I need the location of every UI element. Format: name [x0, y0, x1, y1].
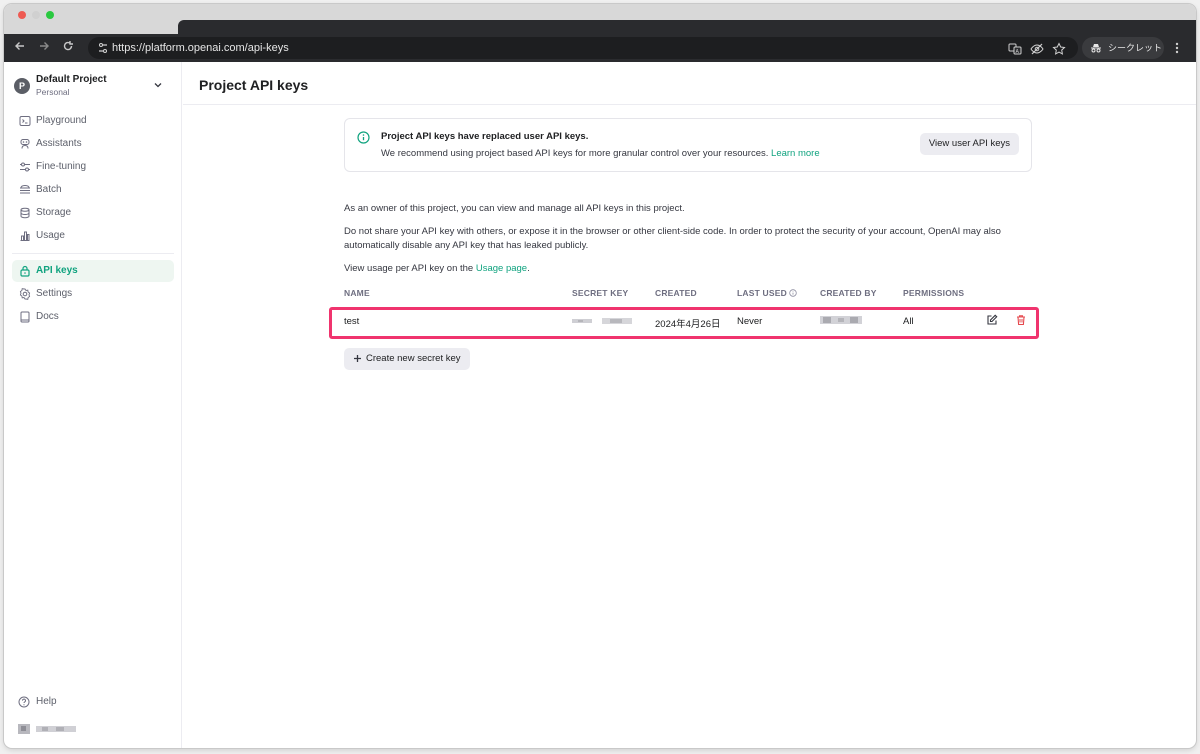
banner-title: Project API keys have replaced user API …	[381, 131, 589, 142]
column-header-created: CREATED	[655, 288, 697, 298]
key-name-cell: test	[344, 316, 360, 327]
last-used-cell: Never	[737, 316, 763, 327]
title-bar	[4, 4, 1196, 34]
gear-icon	[19, 288, 31, 300]
security-warning-text: Do not share your API key with others, o…	[344, 226, 1001, 251]
database-icon	[20, 207, 30, 219]
sidebar-item-label: Usage	[36, 230, 65, 241]
site-settings-icon[interactable]	[96, 41, 110, 55]
incognito-label: シークレット	[1108, 43, 1163, 53]
project-avatar: P	[14, 78, 30, 94]
sidebar-item-settings[interactable]: Settings	[12, 283, 174, 305]
column-header-created-by: CREATED BY	[820, 288, 877, 298]
book-icon	[20, 311, 30, 323]
back-arrow-icon[interactable]	[12, 40, 28, 56]
help-label: Help	[36, 696, 57, 707]
browser-toolbar: https://platform.openai.com/api-keys A シ…	[4, 34, 1196, 62]
usage-info-prefix: View usage per API key on the	[344, 263, 476, 274]
sliders-icon	[20, 162, 30, 172]
page-title: Project API keys	[199, 77, 309, 93]
sidebar-item-label: Docs	[36, 311, 59, 322]
lock-icon	[20, 265, 30, 277]
sidebar-item-label: Storage	[36, 207, 72, 218]
column-header-permissions: PERMISSIONS	[903, 288, 965, 298]
minimize-window-button[interactable]	[32, 11, 40, 19]
secret-key-blurred	[572, 318, 632, 324]
permissions-cell: All	[903, 316, 914, 327]
tab-strip	[178, 20, 1196, 34]
sidebar: P Default Project Personal Playground As…	[4, 62, 182, 748]
project-name: Default Project	[36, 74, 107, 85]
edit-icon[interactable]	[986, 314, 998, 326]
column-header-last-used-label: LAST USED	[737, 288, 787, 298]
sidebar-item-docs[interactable]: Docs	[12, 306, 174, 328]
sidebar-item-label: Assistants	[36, 138, 82, 149]
help-circle-icon	[18, 696, 30, 708]
sidebar-item-label: API keys	[36, 265, 78, 276]
url-text[interactable]: https://platform.openai.com/api-keys	[112, 41, 289, 55]
sidebar-divider	[12, 253, 174, 254]
main-panel: Project API keys Project API keys have r…	[183, 62, 1196, 748]
robot-icon	[20, 139, 30, 149]
page-content: P Default Project Personal Playground As…	[4, 62, 1196, 748]
sidebar-item-batch[interactable]: Batch	[12, 179, 174, 201]
learn-more-link[interactable]: Learn more	[771, 148, 820, 159]
owner-info-text: As an owner of this project, you can vie…	[344, 203, 685, 214]
info-small-icon[interactable]	[789, 289, 797, 297]
sidebar-item-usage[interactable]: Usage	[12, 225, 174, 247]
create-button-label: Create new secret key	[366, 353, 461, 364]
incognito-badge[interactable]: シークレット	[1082, 37, 1164, 59]
info-banner: Project API keys have replaced user API …	[344, 118, 1032, 172]
sidebar-item-label: Settings	[36, 288, 73, 299]
sidebar-item-fine-tuning[interactable]: Fine-tuning	[12, 156, 174, 178]
created-date-cell: 2024年4月26日	[655, 319, 721, 330]
browser-window: https://platform.openai.com/api-keys A シ…	[4, 4, 1196, 748]
layers-icon	[20, 184, 30, 194]
view-user-api-keys-button[interactable]: View user API keys	[919, 133, 1019, 155]
main-header: Project API keys	[183, 62, 1196, 105]
reload-icon[interactable]	[60, 40, 76, 56]
chevron-down-icon[interactable]	[152, 79, 164, 91]
create-new-secret-key-button[interactable]: Create new secret key	[344, 348, 470, 370]
incognito-icon	[1091, 44, 1101, 53]
zoom-window-button[interactable]	[46, 11, 54, 19]
usage-info-text: View usage per API key on the Usage page…	[344, 262, 1034, 276]
user-avatar-blurred[interactable]	[18, 723, 76, 735]
usage-info-suffix: .	[527, 263, 530, 274]
column-header-secret-key: SECRET KEY	[572, 288, 629, 298]
banner-text-body: We recommend using project based API key…	[381, 148, 769, 159]
usage-page-link[interactable]: Usage page	[476, 263, 527, 274]
banner-text: We recommend using project based API key…	[381, 148, 820, 159]
close-window-button[interactable]	[18, 11, 26, 19]
svg-text:A: A	[1016, 49, 1020, 55]
project-subtitle: Personal	[36, 87, 70, 97]
terminal-icon	[19, 116, 31, 126]
sidebar-item-label: Playground	[36, 115, 87, 126]
sidebar-item-assistants[interactable]: Assistants	[12, 133, 174, 155]
forward-arrow-icon[interactable]	[36, 40, 52, 56]
sidebar-item-label: Fine-tuning	[36, 161, 87, 172]
sidebar-item-label: Batch	[36, 184, 62, 195]
column-header-name: NAME	[344, 288, 370, 298]
sidebar-item-playground[interactable]: Playground	[12, 110, 174, 132]
address-bar[interactable]: https://platform.openai.com/api-keys	[88, 37, 1078, 59]
plus-icon	[354, 355, 361, 362]
sidebar-item-storage[interactable]: Storage	[12, 202, 174, 224]
bar-chart-icon	[20, 231, 30, 241]
sidebar-item-api-keys[interactable]: API keys	[12, 260, 174, 282]
trash-icon[interactable]	[1015, 314, 1027, 326]
help-link[interactable]: Help	[12, 691, 174, 713]
kebab-menu-icon[interactable]	[1172, 41, 1182, 55]
translate-icon[interactable]: A	[1008, 42, 1022, 56]
created-by-blurred	[820, 316, 862, 324]
bookmark-star-icon[interactable]	[1052, 42, 1066, 56]
info-icon	[357, 131, 370, 144]
column-header-last-used: LAST USED	[737, 288, 797, 298]
project-switcher[interactable]: P Default Project Personal	[14, 74, 174, 102]
eye-off-icon[interactable]	[1030, 42, 1044, 56]
